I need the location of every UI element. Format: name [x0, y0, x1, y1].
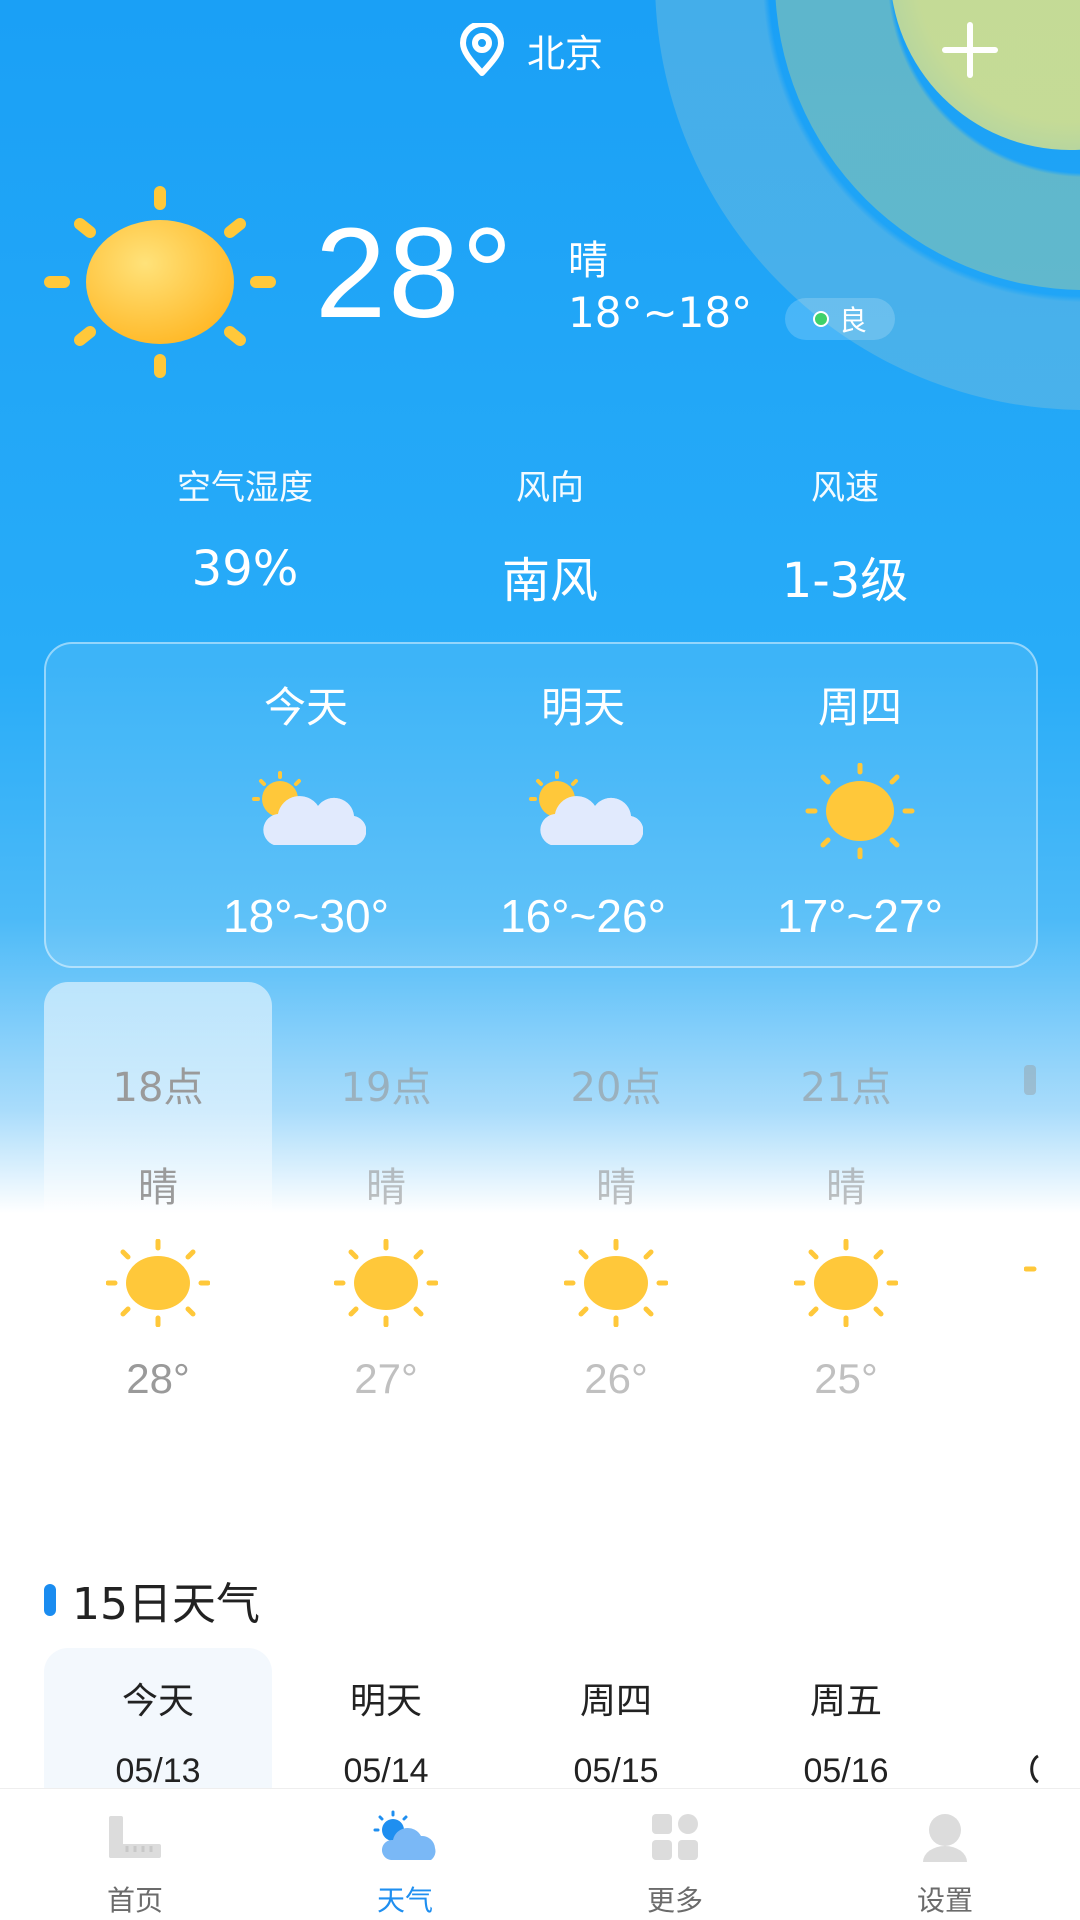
home-icon [35, 1809, 235, 1865]
stat-value: 1-3级 [781, 553, 909, 609]
three-day-forecast-card[interactable]: 今天 18°~30° 明天 16°~26° 周四 17°~27° [44, 642, 1038, 968]
stat-value: 南风 [501, 553, 598, 609]
day-date: 05/16 [803, 1752, 889, 1790]
wind-direction-stat: 风向 南风 [420, 460, 680, 611]
nav-label: 设置 [916, 1884, 973, 1917]
fifteen-day-title: 15日天气 [44, 1568, 260, 1632]
forecast-temp-range: 17°~27° [777, 890, 943, 942]
current-temperature: 28° [315, 202, 515, 345]
hour-temp: 26° [584, 1355, 648, 1402]
air-quality-badge[interactable]: 良 [785, 298, 895, 340]
day-name: 今天 [121, 1681, 194, 1722]
forecast-temp-range: 18°~30° [223, 890, 389, 942]
stat-label: 风速 [811, 468, 879, 508]
wind-speed-stat: 风速 1-3级 [715, 460, 975, 611]
nav-label: 天气 [376, 1884, 433, 1917]
forecast-day-name: 周四 [817, 683, 902, 732]
hourly-item[interactable]: 19点 晴 27° [272, 1055, 500, 1403]
hour-time: 19点 [340, 1065, 432, 1111]
partly-cloudy-icon [166, 761, 446, 861]
fifteen-day-item-clipped [1024, 1752, 1080, 1786]
forecast-day-thursday[interactable]: 周四 17°~27° [720, 674, 1000, 943]
section-marker [44, 1584, 56, 1616]
hour-temp: 28° [126, 1355, 190, 1402]
fifteen-day-item[interactable]: 周五 05/16 [732, 1672, 960, 1791]
nav-item-home[interactable]: 首页 [35, 1809, 235, 1919]
hour-condition: 晴 [138, 1165, 178, 1211]
sun-icon [272, 1233, 500, 1333]
partly-cloudy-icon [443, 761, 723, 861]
sun-icon [732, 1233, 960, 1333]
sun-icon [44, 186, 276, 382]
today-temp-range: 18°~18° [568, 288, 753, 337]
bottom-nav: 首页 天气 更多 设置 [0, 1788, 1080, 1920]
forecast-day-name: 今天 [263, 683, 348, 732]
hour-time: 18点 [112, 1065, 204, 1111]
hour-condition: 晴 [826, 1165, 866, 1211]
stat-value: 39% [191, 541, 299, 597]
nav-item-settings[interactable]: 设置 [845, 1809, 1045, 1919]
hour-condition: 晴 [366, 1165, 406, 1211]
hourly-item[interactable]: 21点 晴 25° [732, 1055, 960, 1403]
hourly-item[interactable]: 18点 晴 28° [44, 1055, 272, 1403]
nav-label: 更多 [646, 1884, 703, 1917]
stat-label: 风向 [516, 468, 584, 508]
nav-item-weather[interactable]: 天气 [305, 1809, 505, 1919]
hour-time: 20点 [570, 1065, 662, 1111]
forecast-day-name: 明天 [540, 683, 625, 732]
section-title-text: 15日天气 [72, 1579, 260, 1630]
day-date: 05/13 [115, 1752, 201, 1790]
fifteen-day-item[interactable]: 明天 05/14 [272, 1672, 500, 1791]
location-pin-icon [460, 23, 504, 76]
stat-label: 空气湿度 [177, 468, 313, 508]
location-selector[interactable]: 北京 [455, 20, 603, 80]
forecast-day-today[interactable]: 今天 18°~30° [166, 674, 446, 943]
forecast-temp-range: 16°~26° [500, 890, 666, 942]
day-date: 05/14 [343, 1752, 429, 1790]
hour-time: 21点 [800, 1065, 892, 1111]
humidity-stat: 空气湿度 39% [115, 460, 375, 597]
day-name: 周五 [809, 1681, 882, 1722]
hour-temp: 27° [354, 1355, 418, 1402]
sun-icon [44, 1233, 272, 1333]
weather-icon [305, 1809, 505, 1865]
hourly-item-clipped [1024, 1055, 1080, 1375]
hour-temp: 25° [814, 1355, 878, 1402]
fifteen-day-item[interactable]: 周四 05/15 [502, 1672, 730, 1791]
hourly-item[interactable]: 20点 晴 26° [502, 1055, 730, 1403]
fifteen-day-item[interactable]: 今天 05/13 [44, 1672, 272, 1791]
city-name: 北京 [527, 31, 604, 76]
aqi-dot-icon [812, 311, 829, 327]
hour-condition: 晴 [596, 1165, 636, 1211]
nav-label: 首页 [106, 1884, 163, 1917]
grid-icon [575, 1809, 775, 1865]
nav-item-more[interactable]: 更多 [575, 1809, 775, 1919]
sun-icon [502, 1233, 730, 1333]
aqi-label: 良 [838, 304, 867, 337]
forecast-day-tomorrow[interactable]: 明天 16°~26° [443, 674, 723, 943]
current-condition: 晴 [568, 238, 608, 284]
person-icon [845, 1809, 1045, 1865]
sun-icon [720, 761, 1000, 861]
add-city-button[interactable] [942, 22, 998, 78]
day-name: 明天 [349, 1681, 422, 1722]
day-name: 周四 [579, 1681, 652, 1722]
day-date: 05/15 [573, 1752, 659, 1790]
